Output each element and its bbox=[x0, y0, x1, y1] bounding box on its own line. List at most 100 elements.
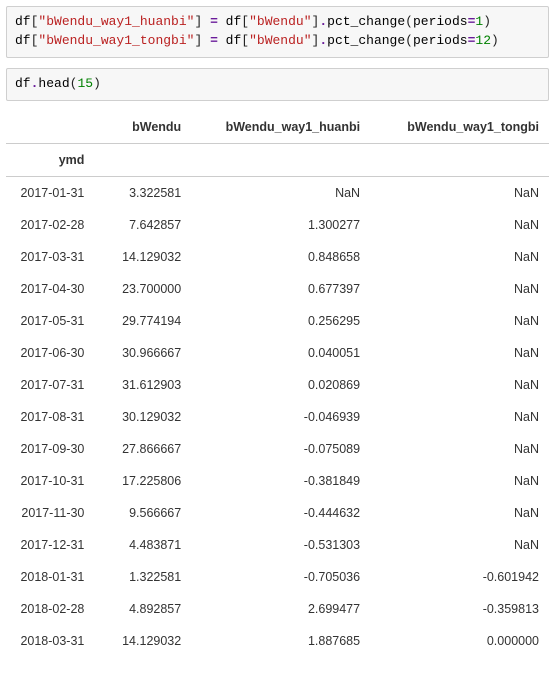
cell: 0.256295 bbox=[191, 305, 370, 337]
cell: -0.601942 bbox=[370, 561, 549, 593]
cell: -0.444632 bbox=[191, 497, 370, 529]
row-index: 2017-05-31 bbox=[6, 305, 94, 337]
code-token: "bWendu_way1_huanbi" bbox=[38, 14, 194, 29]
column-header: bWendu_way1_tongbi bbox=[370, 111, 549, 144]
table-row: 2017-12-314.483871-0.531303NaN bbox=[6, 529, 549, 561]
code-token: head bbox=[38, 76, 69, 91]
cell: NaN bbox=[191, 176, 370, 209]
row-index: 2018-02-28 bbox=[6, 593, 94, 625]
row-index: 2017-01-31 bbox=[6, 176, 94, 209]
cell: 0.020869 bbox=[191, 369, 370, 401]
code-token: "bWendu" bbox=[249, 33, 311, 48]
code-token: ( bbox=[405, 14, 413, 29]
column-header-row: bWendu bWendu_way1_huanbi bWendu_way1_to… bbox=[6, 111, 549, 144]
row-index: 2017-10-31 bbox=[6, 465, 94, 497]
index-label-row: ymd bbox=[6, 143, 549, 176]
cell: NaN bbox=[370, 337, 549, 369]
code-token: df bbox=[15, 14, 31, 29]
cell: 23.700000 bbox=[94, 273, 191, 305]
cell: 0.000000 bbox=[370, 625, 549, 657]
cell: 3.322581 bbox=[94, 176, 191, 209]
cell: NaN bbox=[370, 273, 549, 305]
table-row: 2017-10-3117.225806-0.381849NaN bbox=[6, 465, 549, 497]
table-row: 2017-06-3030.9666670.040051NaN bbox=[6, 337, 549, 369]
row-index: 2017-11-30 bbox=[6, 497, 94, 529]
cell: 14.129032 bbox=[94, 625, 191, 657]
cell: NaN bbox=[370, 369, 549, 401]
code-token: ) bbox=[93, 76, 101, 91]
cell: NaN bbox=[370, 241, 549, 273]
cell: -0.381849 bbox=[191, 465, 370, 497]
cell: 4.892857 bbox=[94, 593, 191, 625]
cell: -0.075089 bbox=[191, 433, 370, 465]
row-index: 2017-09-30 bbox=[6, 433, 94, 465]
code-token: pct_change bbox=[327, 14, 405, 29]
cell: 17.225806 bbox=[94, 465, 191, 497]
table-row: 2017-09-3027.866667-0.075089NaN bbox=[6, 433, 549, 465]
table-row: 2018-01-311.322581-0.705036-0.601942 bbox=[6, 561, 549, 593]
code-token: df bbox=[15, 33, 31, 48]
cell: NaN bbox=[370, 401, 549, 433]
table-row: 2017-02-287.6428571.300277NaN bbox=[6, 209, 549, 241]
row-index: 2017-02-28 bbox=[6, 209, 94, 241]
table-row: 2018-02-284.8928572.699477-0.359813 bbox=[6, 593, 549, 625]
code-token: [ bbox=[241, 33, 249, 48]
code-token: periods bbox=[413, 14, 468, 29]
index-label: ymd bbox=[6, 143, 94, 176]
cell: 4.483871 bbox=[94, 529, 191, 561]
index-corner bbox=[6, 111, 94, 144]
cell: 29.774194 bbox=[94, 305, 191, 337]
code-cell-1[interactable]: df["bWendu_way1_huanbi"] = df["bWendu"].… bbox=[6, 6, 549, 58]
cell: 1.887685 bbox=[191, 625, 370, 657]
table-row: 2017-08-3130.129032-0.046939NaN bbox=[6, 401, 549, 433]
row-index: 2017-08-31 bbox=[6, 401, 94, 433]
cell: NaN bbox=[370, 465, 549, 497]
table-row: 2017-03-3114.1290320.848658NaN bbox=[6, 241, 549, 273]
code-token: pct_change bbox=[327, 33, 405, 48]
column-header: bWendu_way1_huanbi bbox=[191, 111, 370, 144]
row-index: 2017-03-31 bbox=[6, 241, 94, 273]
cell: 0.848658 bbox=[191, 241, 370, 273]
cell: -0.046939 bbox=[191, 401, 370, 433]
cell: 0.040051 bbox=[191, 337, 370, 369]
cell: 7.642857 bbox=[94, 209, 191, 241]
code-token: ) bbox=[483, 14, 491, 29]
code-token: 12 bbox=[475, 33, 491, 48]
table-row: 2017-07-3131.6129030.020869NaN bbox=[6, 369, 549, 401]
column-header: bWendu bbox=[94, 111, 191, 144]
cell: NaN bbox=[370, 529, 549, 561]
code-token: periods bbox=[413, 33, 468, 48]
cell: 14.129032 bbox=[94, 241, 191, 273]
code-token: = bbox=[202, 33, 225, 48]
row-index: 2017-04-30 bbox=[6, 273, 94, 305]
code-token: ( bbox=[405, 33, 413, 48]
cell: 9.566667 bbox=[94, 497, 191, 529]
cell: -0.359813 bbox=[370, 593, 549, 625]
cell: 30.129032 bbox=[94, 401, 191, 433]
cell: 2.699477 bbox=[191, 593, 370, 625]
cell: NaN bbox=[370, 209, 549, 241]
code-token: df bbox=[226, 14, 242, 29]
code-token: "bWendu" bbox=[249, 14, 311, 29]
dataframe-output: bWendu bWendu_way1_huanbi bWendu_way1_to… bbox=[6, 111, 549, 657]
table-row: 2017-05-3129.7741940.256295NaN bbox=[6, 305, 549, 337]
code-cell-2[interactable]: df.head(15) bbox=[6, 68, 549, 101]
row-index: 2017-06-30 bbox=[6, 337, 94, 369]
cell: NaN bbox=[370, 305, 549, 337]
cell: NaN bbox=[370, 176, 549, 209]
cell: -0.531303 bbox=[191, 529, 370, 561]
table-row: 2017-01-313.322581NaNNaN bbox=[6, 176, 549, 209]
code-token: 15 bbox=[77, 76, 93, 91]
code-token: . bbox=[319, 14, 327, 29]
code-token: = bbox=[202, 14, 225, 29]
table-row: 2017-04-3023.7000000.677397NaN bbox=[6, 273, 549, 305]
code-token: [ bbox=[241, 14, 249, 29]
row-index: 2017-07-31 bbox=[6, 369, 94, 401]
cell: 30.966667 bbox=[94, 337, 191, 369]
cell: 1.300277 bbox=[191, 209, 370, 241]
code-token: ) bbox=[491, 33, 499, 48]
code-token: df bbox=[15, 76, 31, 91]
table-row: 2018-03-3114.1290321.8876850.000000 bbox=[6, 625, 549, 657]
code-token: "bWendu_way1_tongbi" bbox=[38, 33, 194, 48]
row-index: 2018-03-31 bbox=[6, 625, 94, 657]
